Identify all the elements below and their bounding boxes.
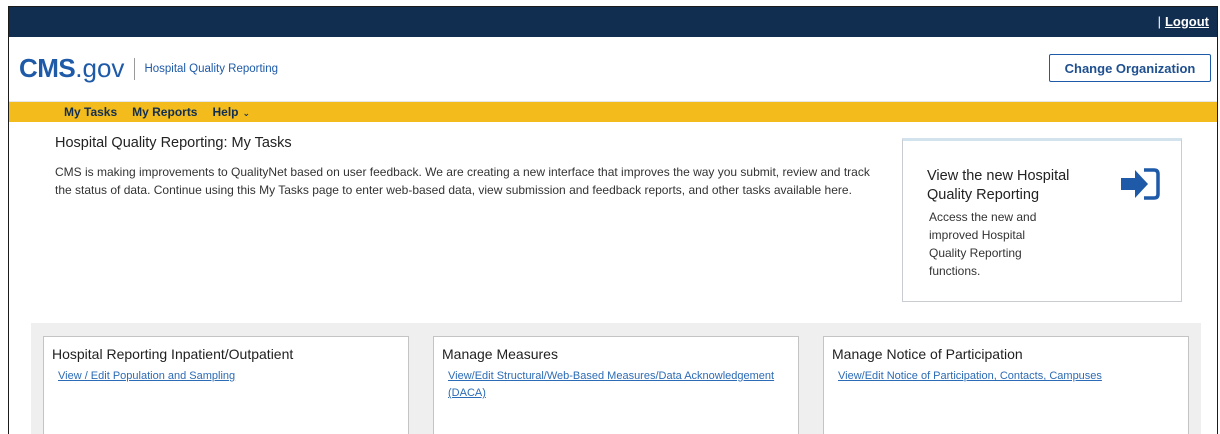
site-header: CMS .gov Hospital Quality Reporting Chan… xyxy=(9,37,1217,102)
topbar-separator: | xyxy=(1157,14,1161,29)
logout-link[interactable]: Logout xyxy=(1165,14,1209,29)
top-utility-bar: | Logout xyxy=(9,7,1217,37)
promo-description: Access the new and improved Hospital Qua… xyxy=(929,210,1037,278)
change-organization-button[interactable]: Change Organization xyxy=(1049,54,1211,82)
card-hospital-reporting: Hospital Reporting Inpatient/Outpatient … xyxy=(43,336,409,434)
cms-logo[interactable]: CMS .gov Hospital Quality Reporting xyxy=(19,53,278,84)
view-edit-notice-link[interactable]: View/Edit Notice of Participation, Conta… xyxy=(838,368,1178,385)
sign-in-arrow-icon xyxy=(1121,168,1160,200)
promo-title: View the new Hospital Quality Reporting xyxy=(927,168,1070,203)
logo-gov-text: .gov xyxy=(75,53,125,83)
card-manage-notice: Manage Notice of Participation View/Edit… xyxy=(823,336,1189,434)
task-cards-area: Hospital Reporting Inpatient/Outpatient … xyxy=(31,323,1201,434)
card-title: Hospital Reporting Inpatient/Outpatient xyxy=(52,346,294,362)
card-title: Manage Measures xyxy=(442,346,558,362)
main-nav: My Tasks My Reports Help ⌄ xyxy=(9,102,1217,122)
app-name: Hospital Quality Reporting xyxy=(144,62,279,75)
view-edit-measures-link[interactable]: View/Edit Structural/Web-Based Measures/… xyxy=(448,368,788,402)
card-manage-measures: Manage Measures View/Edit Structural/Web… xyxy=(433,336,799,434)
logo-cms-text: CMS xyxy=(19,53,76,83)
nav-my-tasks[interactable]: My Tasks xyxy=(64,105,117,119)
nav-my-reports[interactable]: My Reports xyxy=(132,105,197,119)
nav-help-label: Help xyxy=(212,105,239,119)
logo-divider xyxy=(134,57,136,80)
view-edit-population-link[interactable]: View / Edit Population and Sampling xyxy=(58,368,398,385)
intro-text: CMS is making improvements to QualityNet… xyxy=(55,165,870,197)
new-hqr-promo-card[interactable]: View the new Hospital Quality Reporting … xyxy=(902,138,1182,302)
nav-help[interactable]: Help ⌄ xyxy=(212,105,250,119)
page-title: Hospital Quality Reporting: My Tasks xyxy=(55,135,292,151)
app-frame: | Logout CMS .gov Hospital Quality Repor… xyxy=(8,6,1218,434)
chevron-down-icon: ⌄ xyxy=(242,108,251,118)
intro-section: Hospital Quality Reporting: My Tasks CMS… xyxy=(55,135,875,199)
card-title: Manage Notice of Participation xyxy=(832,346,1023,362)
